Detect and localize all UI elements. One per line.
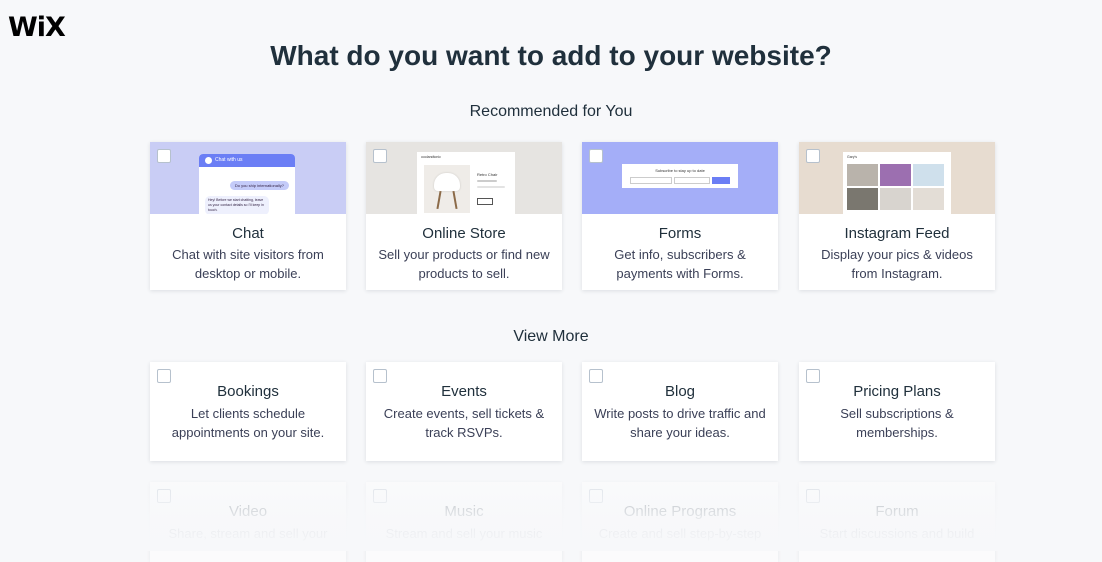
- events-description: Create events, sell tickets & track RSVP…: [383, 406, 545, 440]
- bookings-checkbox[interactable]: [157, 369, 171, 383]
- chat-reply-bubble: Hey! Before we start chatting, leave us …: [205, 196, 269, 214]
- online-programs-title: Online Programs: [623, 503, 737, 520]
- chat-window: Chat with us Do you ship internationally…: [199, 154, 295, 214]
- video-checkbox[interactable]: [157, 489, 171, 503]
- online-store-description: Sell your products or find new products …: [378, 247, 550, 281]
- instagram-feed-checkbox[interactable]: [806, 149, 820, 163]
- forms-thumbnail: Subscribe to stay up to date: [582, 142, 778, 214]
- chair-leg-icon: [436, 190, 442, 210]
- form-field: [674, 177, 710, 184]
- online-store-title: Online Store: [422, 225, 506, 242]
- online-store-checkbox[interactable]: [373, 149, 387, 163]
- wix-logo: WiX: [8, 12, 66, 43]
- blog-description: Write posts to drive traffic and share y…: [594, 406, 766, 440]
- chair-leg-icon: [452, 190, 458, 210]
- card-pricing-plans[interactable]: Pricing Plans Sell subscriptions & membe…: [799, 362, 995, 461]
- instagram-feed-description: Display your pics & videos from Instagra…: [821, 247, 973, 281]
- chat-title: Chat: [232, 225, 264, 242]
- pricing-plans-checkbox[interactable]: [806, 369, 820, 383]
- forum-checkbox[interactable]: [806, 489, 820, 503]
- chat-checkbox[interactable]: [157, 149, 171, 163]
- photo-tile: [913, 164, 944, 186]
- chat-thumbnail: Chat with us Do you ship internationally…: [150, 142, 346, 214]
- card-chat[interactable]: Chat with us Do you ship internationally…: [150, 142, 346, 290]
- form-headline: Subscribe to stay up to date: [655, 168, 705, 173]
- forms-checkbox[interactable]: [589, 149, 603, 163]
- forms-title: Forms: [658, 225, 702, 242]
- music-checkbox[interactable]: [373, 489, 387, 503]
- store-add-button: [477, 198, 493, 205]
- photo-tile: [847, 188, 878, 210]
- instagram-feed-thumbnail: Gary's: [799, 142, 995, 214]
- store-desc-line: [477, 186, 505, 188]
- chat-user-bubble: Do you ship internationally?: [229, 181, 289, 190]
- store-page-preview: ooolandtonic Retro Chair: [417, 152, 515, 214]
- card-bookings[interactable]: Bookings Let clients schedule appointmen…: [150, 362, 346, 461]
- forum-title: Forum: [875, 503, 919, 520]
- card-forms[interactable]: Subscribe to stay up to date Forms Get i…: [582, 142, 778, 290]
- chat-window-header: Chat with us: [199, 154, 295, 167]
- instagram-feed-title: Instagram Feed: [844, 225, 950, 242]
- store-product-name: Retro Chair: [477, 172, 498, 177]
- store-price-line: [477, 180, 497, 182]
- form-field: [630, 177, 672, 184]
- page-title: What do you want to add to your website?: [270, 40, 832, 71]
- card-forum[interactable]: Forum Start discussions and build: [799, 482, 995, 562]
- section-view-more-title: View More: [513, 328, 589, 345]
- chat-description: Chat with site visitors from desktop or …: [172, 247, 324, 281]
- photo-tile: [847, 164, 878, 186]
- section-recommended-title: Recommended for You: [469, 103, 633, 120]
- video-description: Share, stream and sell your: [168, 526, 328, 541]
- bookings-title: Bookings: [217, 383, 279, 400]
- card-online-programs[interactable]: Online Programs Create and sell step-by-…: [582, 482, 778, 562]
- store-product-image: [424, 165, 470, 213]
- card-blog[interactable]: Blog Write posts to drive traffic and sh…: [582, 362, 778, 461]
- events-title: Events: [441, 383, 487, 400]
- music-description: Stream and sell your music: [385, 526, 543, 541]
- photo-tile: [880, 164, 911, 186]
- chair-seat-icon: [434, 173, 460, 191]
- blog-title: Blog: [664, 383, 696, 400]
- card-video[interactable]: Video Share, stream and sell your: [150, 482, 346, 562]
- music-title: Music: [444, 503, 484, 520]
- pricing-plans-description: Sell subscriptions & memberships.: [840, 406, 954, 440]
- card-events[interactable]: Events Create events, sell tickets & tra…: [366, 362, 562, 461]
- instagram-label: Gary's: [847, 155, 858, 159]
- online-programs-checkbox[interactable]: [589, 489, 603, 503]
- chat-avatar-icon: [205, 157, 212, 164]
- photo-tile: [913, 188, 944, 210]
- events-checkbox[interactable]: [373, 369, 387, 383]
- bookings-description: Let clients schedule appointments on you…: [171, 406, 325, 440]
- online-store-thumbnail: ooolandtonic Retro Chair: [366, 142, 562, 214]
- online-programs-description: Create and sell step-by-step: [598, 526, 762, 541]
- instagram-page-preview: Gary's: [843, 152, 951, 214]
- forms-description: Get info, subscribers & payments with Fo…: [614, 247, 746, 281]
- card-online-store[interactable]: ooolandtonic Retro Chair Online Store Se…: [366, 142, 562, 290]
- store-brand: ooolandtonic: [421, 155, 441, 159]
- form-preview: Subscribe to stay up to date: [622, 164, 738, 188]
- pricing-plans-title: Pricing Plans: [853, 383, 941, 400]
- photo-tile: [880, 188, 911, 210]
- forum-description: Start discussions and build: [819, 526, 975, 541]
- blog-checkbox[interactable]: [589, 369, 603, 383]
- video-title: Video: [228, 503, 268, 520]
- card-instagram-feed[interactable]: Gary's Instagram Feed Display your pics …: [799, 142, 995, 290]
- form-submit: [712, 177, 730, 184]
- card-music[interactable]: Music Stream and sell your music: [366, 482, 562, 562]
